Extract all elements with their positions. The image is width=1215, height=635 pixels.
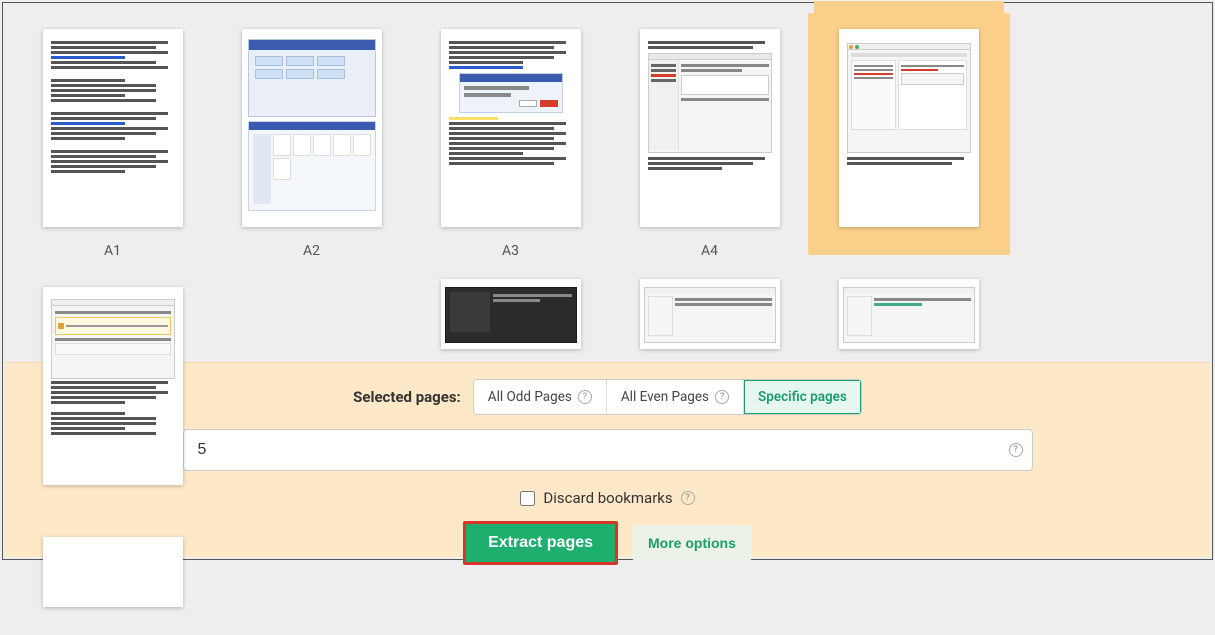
opt-all-odd[interactable]: All Odd Pages ? bbox=[474, 380, 607, 414]
thumb-row2-4[interactable] bbox=[13, 537, 212, 615]
thumb-label: A3 bbox=[411, 243, 610, 259]
thumb-a1[interactable]: A1 bbox=[13, 21, 212, 259]
help-icon[interactable]: ? bbox=[715, 390, 729, 404]
opt-all-even[interactable]: All Even Pages ? bbox=[607, 380, 744, 414]
thumb-a2[interactable]: A2 bbox=[212, 21, 411, 259]
thumb-label: A2 bbox=[212, 243, 411, 259]
selected-pages-label: Selected pages: bbox=[353, 388, 461, 406]
control-panel: Selected pages: All Odd Pages ? All Even… bbox=[5, 362, 1210, 557]
thumb-a4[interactable]: A4 bbox=[610, 21, 809, 259]
pages-input[interactable] bbox=[183, 429, 1033, 471]
extract-pages-button[interactable]: Extract pages bbox=[463, 521, 618, 565]
opt-specific-pages[interactable]: Specific pages bbox=[744, 380, 861, 414]
discard-bookmarks-checkbox[interactable] bbox=[520, 491, 535, 506]
page-mode-segmented: All Odd Pages ? All Even Pages ? Specifi… bbox=[473, 379, 862, 415]
help-icon[interactable]: ? bbox=[1009, 443, 1023, 457]
thumb-a5[interactable]: A5 bbox=[809, 21, 1008, 259]
app-frame: A1 bbox=[2, 2, 1213, 560]
thumb-label: A4 bbox=[610, 243, 809, 259]
help-icon[interactable]: ? bbox=[681, 491, 695, 505]
discard-bookmarks-label: Discard bookmarks bbox=[543, 489, 672, 507]
thumb-a6[interactable]: A6 bbox=[13, 279, 212, 517]
thumb-label: A1 bbox=[13, 243, 212, 259]
more-options-button[interactable]: More options bbox=[632, 525, 752, 561]
thumb-a3[interactable]: A3 bbox=[411, 21, 610, 259]
help-icon[interactable]: ? bbox=[578, 390, 592, 404]
